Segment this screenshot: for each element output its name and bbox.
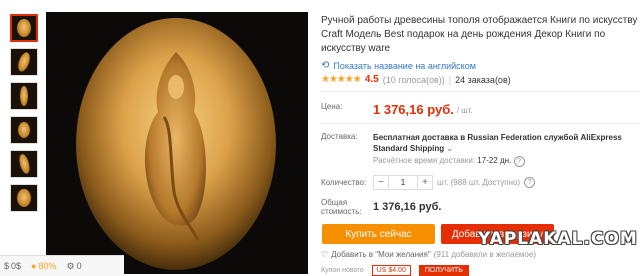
status-money-value: 0$ [11, 261, 22, 271]
thumbnail-4[interactable] [10, 116, 38, 144]
buy-now-button[interactable]: Купить сейчас [322, 224, 435, 244]
status-count[interactable]: ⚙ 0 [66, 261, 81, 272]
rating-row: ★★★★★ 4.5 (10 голоса(ов)) | 24 заказа(ов… [321, 74, 639, 85]
shipping-row: Доставка: Бесплатная доставка в Russian … [321, 132, 639, 167]
wishlist-row: ♡ Добавить в "Мои желания" (911 добавили… [321, 250, 639, 259]
thumbnail-1[interactable] [10, 14, 38, 42]
divider-line [321, 123, 639, 124]
wishlist-link[interactable]: Добавить в "Мои желания" [331, 250, 431, 259]
price-unit: / шт. [456, 106, 473, 115]
total-label: Общая стоимость: [321, 198, 373, 216]
thumbnail-6[interactable] [10, 184, 38, 212]
product-main-image[interactable] [46, 12, 308, 274]
quantity-row: Количество: − 1 + шт. (988 шт. Доступно)… [321, 175, 639, 190]
thumbnail-list [10, 14, 40, 218]
star-rating-icon: ★★★★★ [321, 74, 362, 85]
heart-icon[interactable]: ♡ [321, 250, 328, 259]
shipping-details: Бесплатная доставка в Russian Federation… [373, 132, 639, 167]
delivery-time-label: Расчётное время доставки: [373, 156, 476, 165]
quantity-available: шт. (988 шт. Доступно) [437, 178, 521, 187]
chevron-down-icon: ⌄ [446, 144, 454, 153]
price-label: Цена: [321, 102, 343, 111]
divider-line [321, 91, 639, 92]
translate-icon: ⟲ [321, 60, 330, 71]
thumbnail-2[interactable] [10, 48, 38, 76]
total-label-line1: Общая [321, 198, 348, 207]
help-icon[interactable]: ? [513, 156, 525, 167]
coupon-row: Купон нового US $4.00 ПОЛУЧИТЬ [321, 265, 639, 276]
status-money[interactable]: $ 0$ [4, 261, 21, 271]
price-value: 1 376,16 руб. [373, 102, 454, 117]
product-title: Ручной работы древесины тополя отображае… [321, 15, 638, 54]
translate-label: Показать название на английском [333, 60, 476, 71]
rating-votes[interactable]: (10 голоса(ов)) [383, 75, 445, 85]
shipping-method[interactable]: Бесплатная доставка в Russian Federation… [373, 132, 639, 154]
status-percent-value: 80% [38, 261, 57, 271]
price-row: Цена: 1 376,16 руб. / шт. [321, 102, 639, 117]
quantity-input[interactable]: 1 [388, 176, 418, 189]
quantity-label: Количество: [321, 178, 367, 187]
quantity-plus-button[interactable]: + [418, 176, 432, 189]
total-row: Общая стоимость: 1 376,16 руб. [321, 198, 639, 216]
shipping-label: Доставка: [321, 132, 358, 141]
orders-count: 24 заказа(ов) [455, 74, 511, 85]
status-bar: $ 0$ ● 80% ⚙ 0 [0, 255, 124, 276]
bulb-icon: ● [31, 261, 37, 271]
divider: | [448, 74, 452, 85]
thumbnail-3[interactable] [10, 82, 38, 110]
thumbnail-5[interactable] [10, 150, 38, 178]
quantity-minus-button[interactable]: − [374, 176, 388, 189]
total-label-line2: стоимость: [321, 207, 362, 216]
wood-carving-image [76, 18, 276, 270]
status-count-value: 0 [76, 261, 82, 271]
rating-score: 4.5 [364, 74, 379, 85]
quantity-stepper: − 1 + [373, 175, 433, 190]
dollar-icon: $ [4, 261, 10, 271]
shipping-method-text: Бесплатная доставка в Russian Federation… [373, 133, 622, 153]
watermark-text: YAPLAKAL.COM [478, 229, 638, 249]
wishlist-count: (911 добавили в желаемое) [433, 250, 536, 259]
delivery-time: Расчётное время доставки: 17-22 дн. ? [373, 156, 639, 167]
gear-icon: ⚙ [66, 260, 75, 271]
coupon-label: Купон нового [321, 267, 364, 274]
total-value: 1 376,16 руб. [373, 201, 442, 213]
delivery-time-value: 17-22 дн. [477, 156, 512, 165]
status-percent[interactable]: ● 80% [31, 261, 56, 271]
coupon-badge: US $4.00 [371, 265, 411, 276]
quantity-control: − 1 + шт. (988 шт. Доступно) ? [373, 175, 536, 190]
translate-link[interactable]: ⟲ Показать название на английском [321, 60, 639, 71]
help-icon[interactable]: ? [524, 177, 536, 188]
coupon-get-button[interactable]: ПОЛУЧИТЬ [418, 265, 469, 276]
